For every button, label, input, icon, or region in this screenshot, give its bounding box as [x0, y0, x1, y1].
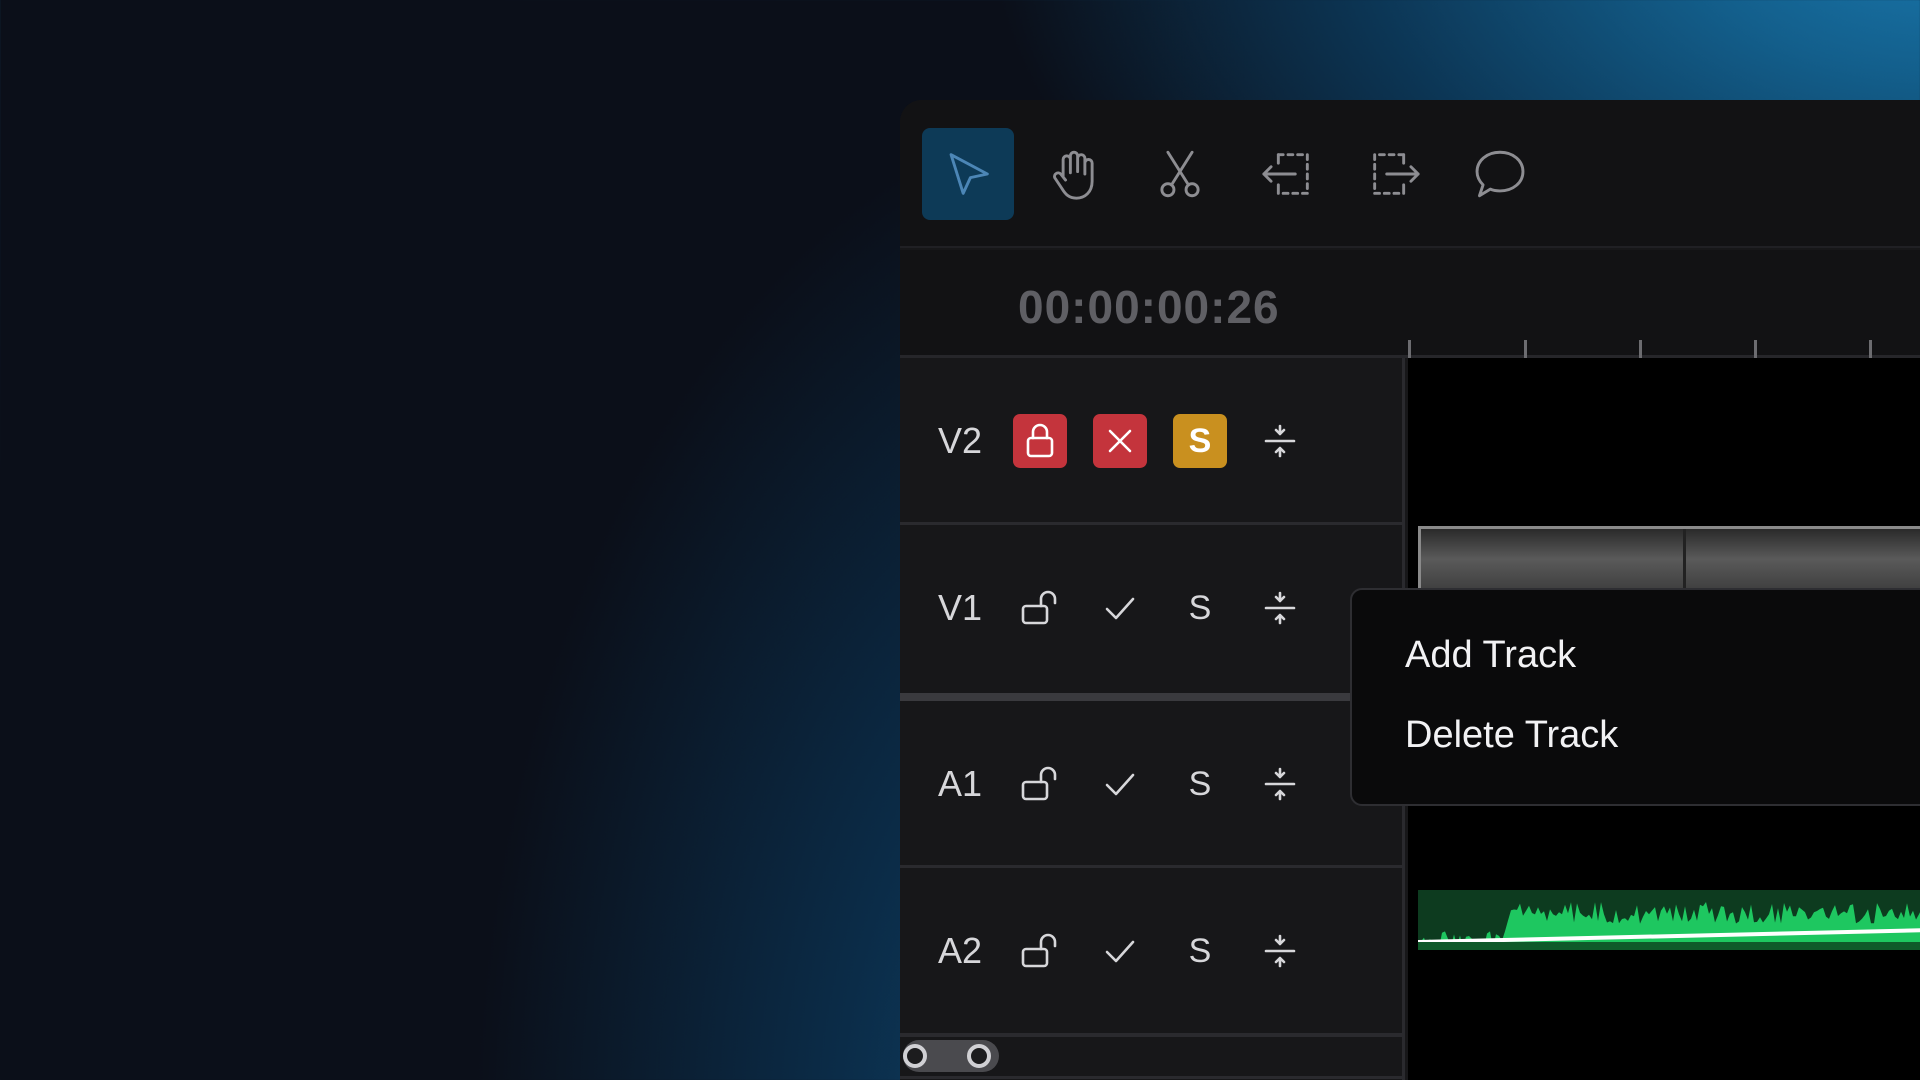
track-label: V1 [937, 587, 983, 628]
checkmark-icon [1105, 773, 1135, 796]
checkmark-icon [1105, 940, 1135, 963]
menu-item-add-track[interactable]: Add Track [1405, 634, 1576, 677]
scrollbar-right-handle[interactable] [967, 1044, 991, 1068]
ruler-tick [1408, 340, 1411, 358]
ruler-tick [1524, 340, 1527, 358]
trim-left-icon [1262, 153, 1309, 195]
track-context-menu: Add Track Delete Track [1350, 588, 1920, 806]
expand-height-icon [1264, 424, 1296, 458]
track-solo-button[interactable]: S [1173, 924, 1227, 978]
audio-clip[interactable] [1418, 890, 1920, 950]
hand-icon [1053, 150, 1094, 200]
trim-left-tool-button[interactable] [1242, 128, 1334, 220]
hand-tool-button[interactable] [1028, 128, 1120, 220]
unlock-icon [1021, 590, 1057, 625]
speech-bubble-icon [1475, 150, 1525, 198]
ruler-tick [1754, 340, 1757, 358]
ruler-tick [1869, 340, 1872, 358]
scrollbar-left-handle[interactable] [903, 1044, 927, 1068]
comment-tool-button[interactable] [1454, 128, 1546, 220]
track-solo-button[interactable]: S [1173, 581, 1227, 635]
razor-tool-button[interactable] [1134, 128, 1226, 220]
scrollbar-bottom-border [900, 1076, 1405, 1079]
clip-frame-divider [1683, 529, 1686, 596]
timecode-display: 00:00:00:26 [1018, 281, 1280, 333]
track-enable-button[interactable] [1093, 924, 1147, 978]
trim-right-tool-button[interactable] [1348, 128, 1440, 220]
track-headers: V2 S V1 S A1 S A2 S [900, 358, 1405, 1080]
track-lock-button[interactable] [1013, 757, 1067, 811]
track-disable-button[interactable] [1093, 414, 1147, 468]
trim-right-icon [1373, 153, 1420, 195]
track-height-button[interactable] [1253, 924, 1307, 978]
audio-waveform [1418, 890, 1920, 950]
zoom-scrollbar[interactable] [903, 1040, 999, 1072]
track-enable-button[interactable] [1093, 757, 1147, 811]
header-bottom-border [900, 1034, 1405, 1037]
checkmark-icon [1105, 597, 1135, 620]
track-header-a2: A2 S [900, 868, 1405, 1036]
track-label: V2 [937, 420, 983, 461]
expand-height-icon [1264, 934, 1296, 968]
track-header-v1: V1 S [900, 525, 1405, 693]
video-clip[interactable] [1418, 526, 1920, 596]
track-label: A2 [937, 930, 983, 971]
track-label: A1 [937, 763, 983, 804]
close-icon [1108, 429, 1132, 453]
video-audio-divider[interactable] [900, 693, 1405, 701]
track-lock-button[interactable] [1013, 924, 1067, 978]
track-enable-button[interactable] [1093, 581, 1147, 635]
track-height-button[interactable] [1253, 757, 1307, 811]
track-solo-button[interactable]: S [1173, 414, 1227, 468]
track-lock-button[interactable] [1013, 581, 1067, 635]
ruler-tick [1639, 340, 1642, 358]
unlock-icon [1021, 766, 1057, 801]
track-height-button[interactable] [1253, 581, 1307, 635]
expand-height-icon [1264, 591, 1296, 625]
scissors-icon [1160, 150, 1200, 198]
timecode-bar: 00:00:00:26 [900, 250, 1920, 358]
track-solo-button[interactable]: S [1173, 757, 1227, 811]
track-header-v2: V2 S [900, 358, 1405, 525]
track-height-button[interactable] [1253, 414, 1307, 468]
menu-item-delete-track[interactable]: Delete Track [1405, 714, 1618, 757]
track-header-a1: A1 S [900, 701, 1405, 868]
unlock-icon [1021, 933, 1057, 968]
select-tool-button[interactable] [922, 128, 1014, 220]
expand-height-icon [1264, 767, 1296, 801]
tool-bar [900, 100, 1920, 248]
track-lock-button[interactable] [1013, 414, 1067, 468]
lock-icon [1026, 423, 1054, 458]
cursor-arrow-icon [949, 153, 989, 195]
